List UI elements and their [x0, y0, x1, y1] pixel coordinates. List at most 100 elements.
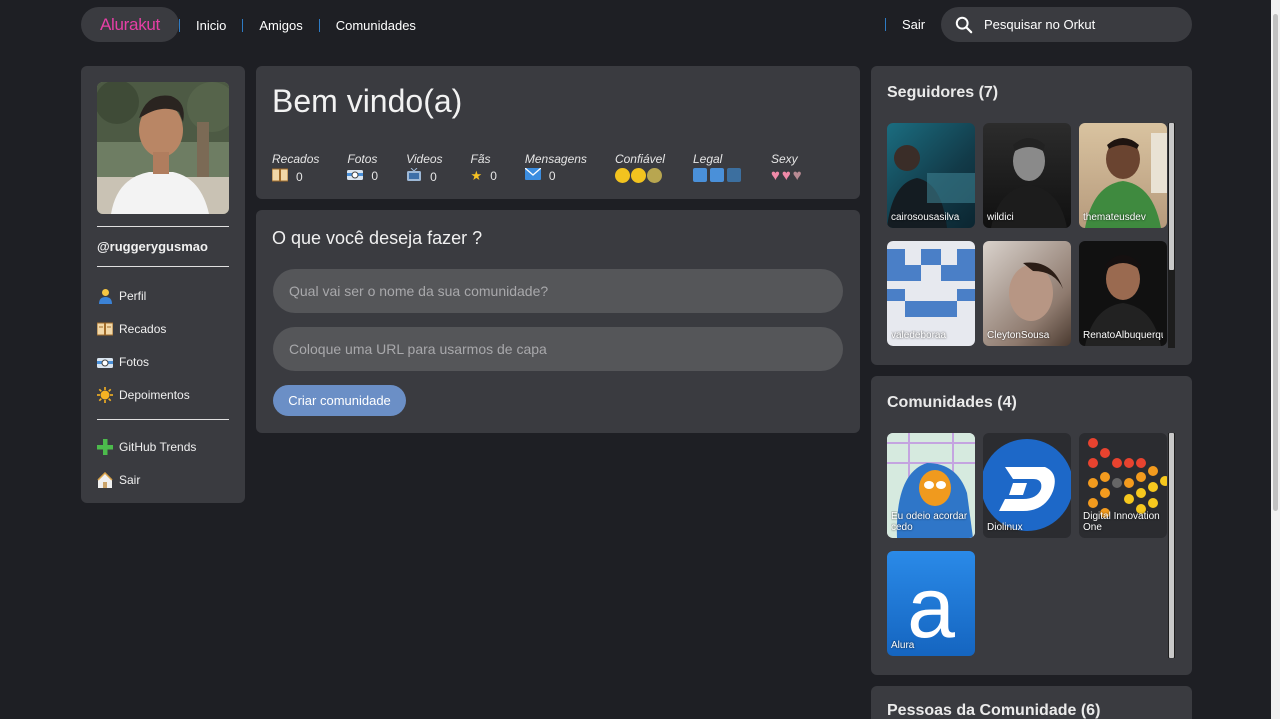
stat-recados: Recados 0: [271, 152, 319, 185]
stat-videos: Videos 0: [406, 152, 442, 185]
menu-item-github-trends[interactable]: GitHub Trends: [97, 430, 229, 463]
divider: [97, 266, 229, 267]
rating-label: Confiável: [614, 152, 665, 166]
page-title: Bem vindo(a): [272, 83, 463, 119]
follower-tile[interactable]: wildici: [983, 123, 1071, 228]
menu-item-perfil[interactable]: Perfil: [97, 279, 229, 312]
camera-icon: [347, 168, 364, 183]
star-icon: ★: [470, 168, 483, 183]
community-tile[interactable]: a Alura: [887, 551, 975, 656]
profile-sidebar: @ruggerygusmao Perfil Recados Fotos Depo…: [81, 66, 245, 503]
create-community-title: O que você deseja fazer ?: [272, 228, 483, 248]
menu-item-fotos[interactable]: Fotos: [97, 345, 229, 378]
rating-sexy: Sexy ♥ ♥ ♥: [771, 152, 803, 185]
user-icon: [97, 288, 113, 304]
menu-item-label: Recados: [119, 321, 167, 336]
plus-icon: [97, 438, 113, 455]
stat-mensagens: Mensagens 0: [524, 152, 587, 185]
nav-comunidades[interactable]: Comunidades: [318, 18, 432, 32]
community-people-box: Pessoas da Comunidade (6): [871, 686, 1192, 719]
communities-grid: Eu odeio acordar cedo Diolinux Digital I…: [887, 433, 1167, 656]
divider: [97, 419, 229, 420]
logout-link[interactable]: Sair: [885, 18, 925, 31]
divider: [97, 226, 229, 227]
nav-amigos[interactable]: Amigos: [242, 18, 318, 32]
stat-fas: Fãs ★ 0: [471, 152, 497, 185]
create-community-panel: O que você deseja fazer ? Qual vai ser o…: [256, 210, 860, 433]
profile-username[interactable]: @ruggerygusmao: [97, 239, 229, 254]
main-nav: Inicio Amigos Comunidades: [179, 0, 432, 50]
page-scrollbar-thumb[interactable]: [1273, 14, 1278, 511]
stat-value: 0: [548, 168, 556, 183]
avatar[interactable]: [97, 82, 229, 214]
followers-title: Seguidores (7): [887, 84, 999, 101]
follower-tile[interactable]: cairosousasilva: [887, 123, 975, 228]
communities-box: Comunidades (4) Eu odeio acordar cedo Di…: [871, 376, 1192, 675]
page-scrollbar[interactable]: [1271, 0, 1280, 719]
book-icon: [97, 321, 113, 337]
community-tile[interactable]: Eu odeio acordar cedo: [887, 433, 975, 538]
follower-tile[interactable]: CleytonSousa: [983, 241, 1071, 346]
follower-name: CleytonSousa: [987, 330, 1050, 341]
community-name-input[interactable]: Qual vai ser o nome da sua comunidade?: [273, 269, 843, 313]
tv-icon: [406, 167, 422, 185]
communities-title: Comunidades (4): [887, 394, 1017, 411]
top-bar: Alurakut Inicio Amigos Comunidades Sair …: [0, 0, 1280, 50]
community-url-input[interactable]: Coloque uma URL para usarmos de capa: [273, 327, 843, 371]
search-input[interactable]: Pesquisar no Orkut: [984, 17, 1095, 32]
stat-value: 0: [371, 168, 379, 183]
follower-tile[interactable]: themateusdev: [1079, 123, 1167, 228]
search-icon: [955, 16, 973, 33]
rating-label: Legal: [692, 152, 723, 166]
menu-item-label: Fotos: [119, 354, 150, 369]
cube-icon: [692, 168, 743, 182]
community-name: Alura: [891, 640, 915, 651]
heart-icon: ♥ ♥ ♥: [770, 167, 802, 184]
stat-value: 0: [430, 169, 437, 184]
followers-box: Seguidores (7) cairosousasilva wildici t…: [871, 66, 1192, 365]
follower-tile[interactable]: RenatoAlbuquerque: [1079, 241, 1167, 346]
book-icon: [271, 168, 289, 185]
menu-item-label: GitHub Trends: [119, 439, 197, 454]
followers-grid: cairosousasilva wildici themateusdev val…: [887, 123, 1167, 346]
community-name: Diolinux: [987, 522, 1023, 533]
follower-name: RenatoAlbuquerque: [1083, 330, 1163, 341]
rating-confiavel: Confiável: [614, 152, 665, 185]
communities-scrollbar-thumb[interactable]: [1169, 433, 1174, 658]
nav-inicio[interactable]: Inicio: [179, 18, 242, 32]
follower-name: valedeboraa: [891, 330, 947, 341]
menu-item-sair[interactable]: Sair: [97, 463, 229, 496]
logout-house-icon: [97, 471, 113, 488]
followers-scrollbar[interactable]: [1168, 123, 1175, 348]
welcome-panel: Bem vindo(a) Recados 0 Fotos 0 Videos 0 …: [256, 66, 860, 199]
followers-scrollbar-thumb[interactable]: [1169, 123, 1174, 270]
follower-tile[interactable]: valedeboraa: [887, 241, 975, 346]
community-name: Digital Innovation One: [1083, 511, 1160, 533]
search-bar[interactable]: Pesquisar no Orkut: [941, 7, 1192, 42]
menu-item-depoimentos[interactable]: Depoimentos: [97, 378, 229, 411]
stat-label: Fotos: [347, 152, 378, 166]
menu-item-recados[interactable]: Recados: [97, 312, 229, 345]
menu-item-label: Sair: [119, 472, 141, 487]
follower-name: wildici: [987, 212, 1014, 223]
stat-label: Fãs: [470, 152, 491, 166]
follower-name: themateusdev: [1083, 212, 1146, 223]
alurakut-logo[interactable]: Alurakut: [81, 7, 179, 42]
follower-name: cairosousasilva: [891, 212, 960, 223]
stat-value: 0: [296, 169, 303, 184]
smiley-icon: [614, 168, 665, 183]
sun-icon: [97, 386, 113, 403]
stat-value: 0: [490, 169, 497, 183]
stat-fotos: Fotos 0: [347, 152, 378, 185]
communities-scrollbar[interactable]: [1168, 433, 1175, 658]
create-community-button[interactable]: Criar comunidade: [273, 385, 406, 416]
rating-label: Sexy: [770, 152, 798, 166]
envelope-icon: [524, 167, 542, 183]
community-tile[interactable]: Diolinux: [983, 433, 1071, 538]
camera-icon: [97, 354, 113, 370]
community-name: Eu odeio acordar cedo: [891, 511, 968, 533]
profile-stats: Recados 0 Fotos 0 Videos 0 Fãs ★ 0 Mensag…: [271, 152, 803, 185]
menu-item-label: Perfil: [119, 288, 147, 303]
community-tile[interactable]: Digital Innovation One: [1079, 433, 1167, 538]
rating-legal: Legal: [692, 152, 743, 185]
